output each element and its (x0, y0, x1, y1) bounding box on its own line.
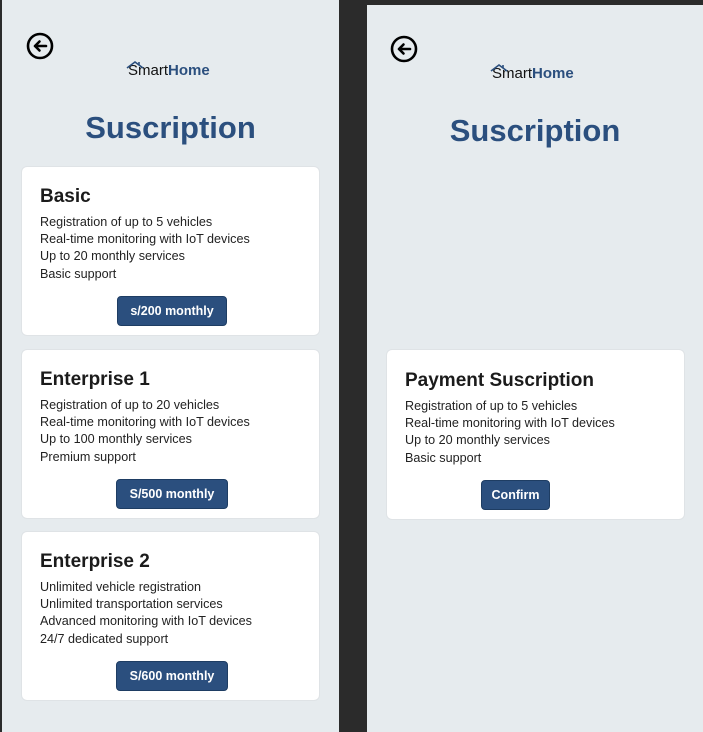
plan-feature: Registration of up to 20 vehicles (40, 398, 220, 412)
plan-name: Enterprise 2 (40, 551, 150, 572)
plan-feature: Basic support (405, 450, 482, 465)
select-enterprise-2-plan-button[interactable]: S/600 monthly (116, 661, 228, 691)
logo-home-text: Home (532, 65, 574, 82)
select-enterprise-1-plan-button[interactable]: S/500 monthly (116, 479, 228, 509)
plan-features: Registration of up to 5 vehicles Real-ti… (405, 398, 615, 467)
plan-features: Registration of up to 20 vehicles Real-t… (40, 397, 250, 466)
plan-feature: Advanced monitoring with IoT devices (40, 614, 252, 629)
plan-name: Basic (40, 186, 91, 207)
plan-feature: Unlimited transportation services (40, 597, 223, 612)
plan-card-enterprise-1: Enterprise 1 Registration of up to 20 ve… (21, 349, 320, 519)
plan-feature: Registration of up to 5 vehicles (40, 215, 213, 229)
plan-feature: Unlimited vehicle registration (40, 580, 201, 594)
plan-feature: Real-time monitoring with IoT devices (405, 416, 615, 431)
plan-feature: Basic support (40, 266, 117, 281)
payment-subscription-screen: Smart Home Suscription Payment Suscriptio… (367, 5, 703, 732)
house-roof-icon (126, 61, 144, 69)
plan-feature: Up to 100 monthly services (40, 432, 192, 447)
plan-feature: Up to 20 monthly services (40, 249, 185, 264)
payment-card: Payment Suscription Registration of up t… (386, 349, 685, 520)
select-basic-plan-button[interactable]: s/200 monthly (117, 296, 227, 326)
plan-feature: Up to 20 monthly services (405, 433, 550, 448)
plan-feature: Real-time monitoring with IoT devices (40, 415, 250, 430)
plan-feature: Registration of up to 5 vehicles (405, 399, 578, 413)
back-arrow-icon (26, 32, 54, 60)
subscription-plans-screen: Smart Home Suscription Basic Registration… (2, 0, 339, 732)
smarthome-logo: Smart Home (126, 61, 210, 79)
payment-card-title: Payment Suscription (405, 370, 594, 391)
logo-home-text: Home (168, 62, 210, 79)
smarthome-logo: Smart Home (490, 64, 574, 82)
plan-features: Registration of up to 5 vehicles Real-ti… (40, 214, 250, 283)
house-roof-icon (490, 64, 508, 72)
plan-name: Enterprise 1 (40, 369, 150, 390)
confirm-button[interactable]: Confirm (481, 480, 550, 510)
plan-features: Unlimited vehicle registration Unlimited… (40, 579, 252, 648)
back-arrow-icon (390, 35, 418, 63)
back-button[interactable] (390, 35, 418, 63)
back-button[interactable] (26, 32, 54, 60)
plan-card-basic: Basic Registration of up to 5 vehicles R… (21, 166, 320, 336)
plan-card-enterprise-2: Enterprise 2 Unlimited vehicle registrat… (21, 531, 320, 701)
page-title: Suscription (85, 110, 256, 145)
plan-feature: Real-time monitoring with IoT devices (40, 232, 250, 247)
plan-feature: 24/7 dedicated support (40, 631, 169, 646)
page-title: Suscription (449, 113, 621, 148)
plan-feature: Premium support (40, 449, 136, 464)
